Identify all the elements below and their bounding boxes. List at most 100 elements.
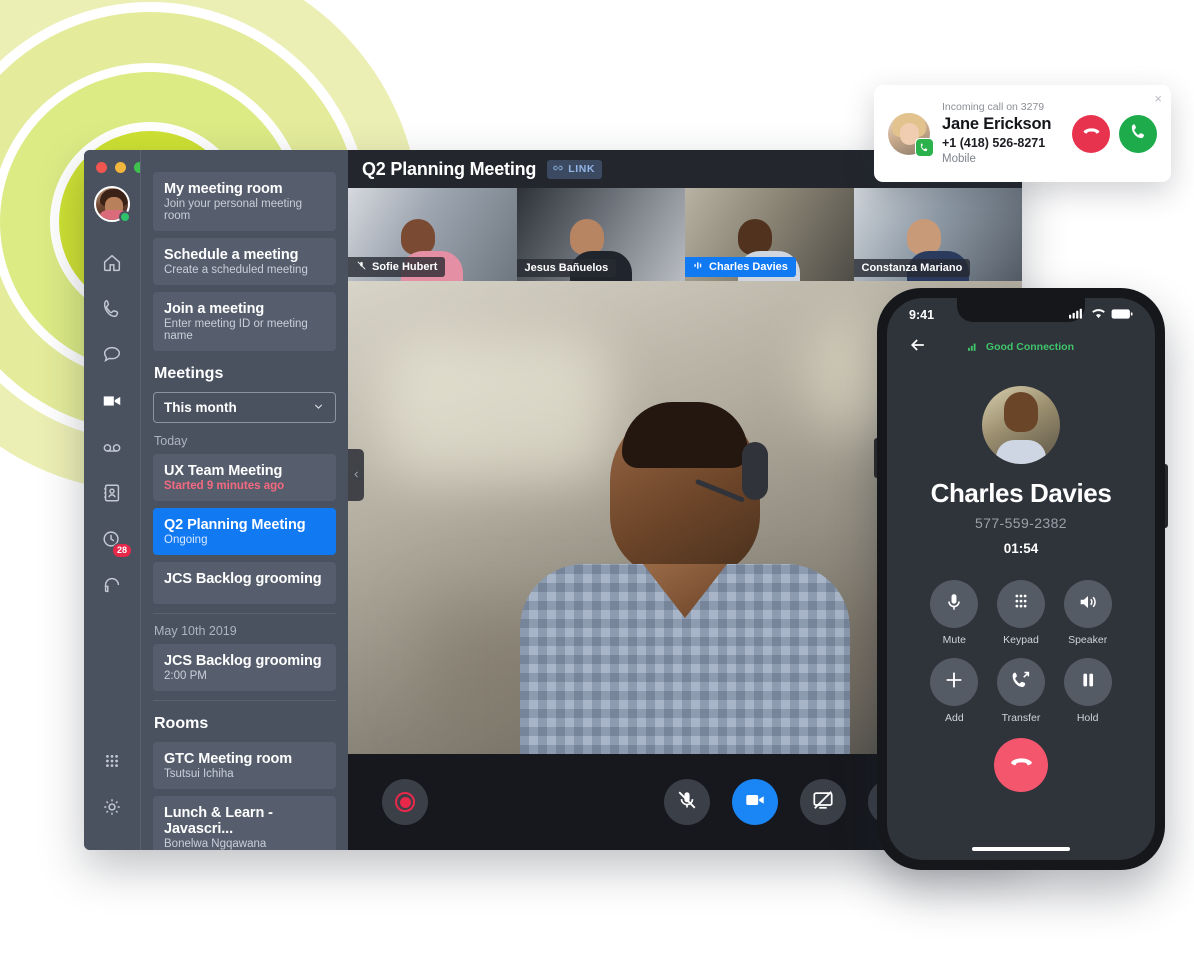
speaker-icon: [1077, 591, 1099, 618]
page-title: Q2 Planning Meeting: [362, 158, 537, 179]
quick-action-subtitle: Create a scheduled meeting: [164, 264, 308, 276]
accept-call-button[interactable]: [1119, 114, 1157, 153]
mobile-phone-mockup: 9:41 Good Connection Charles Davies 577-…: [874, 288, 1168, 870]
record-icon: [395, 792, 415, 812]
meeting-title: JCS Backlog grooming: [164, 653, 322, 669]
chevron-down-icon: [312, 400, 325, 416]
phone-top-bar: Good Connection: [887, 328, 1155, 360]
mic-muted-icon: [356, 260, 367, 274]
participant-thumbnail[interactable]: Sofie Hubert: [348, 188, 517, 281]
voicemail-icon: [101, 436, 123, 463]
video-toggle-button[interactable]: [732, 779, 778, 825]
rail-item-messages[interactable]: [88, 334, 136, 380]
speaker-button[interactable]: [1063, 580, 1112, 628]
phone-hangup-icon: [1082, 122, 1101, 146]
headset-icon: [101, 574, 123, 601]
quick-action-schedule-meeting[interactable]: Schedule a meeting Create a scheduled me…: [153, 238, 336, 285]
participant-name: Constanza Mariano: [861, 262, 963, 274]
call-control-speaker[interactable]: Speaker: [1054, 580, 1121, 646]
meeting-item-ux-team[interactable]: UX Team Meeting Started 9 minutes ago: [153, 454, 336, 501]
quick-action-subtitle: Join your personal meeting room: [164, 198, 303, 222]
meeting-subtitle: Started 9 minutes ago: [164, 480, 285, 492]
meeting-group-label: May 10th 2019: [154, 624, 237, 638]
call-control-transfer[interactable]: Transfer: [988, 658, 1055, 724]
collapse-sidebar-button[interactable]: [348, 449, 364, 501]
rail-item-support[interactable]: [88, 564, 136, 610]
call-control-keypad[interactable]: Keypad: [988, 580, 1055, 646]
rail-item-settings[interactable]: [88, 786, 136, 832]
room-item-lunch-learn[interactable]: Lunch & Learn - Javascri... Bonelwa Ngqa…: [153, 796, 336, 850]
rail-item-home[interactable]: [88, 242, 136, 288]
close-notification-button[interactable]: ×: [1154, 92, 1162, 105]
chat-icon: [101, 344, 123, 371]
decline-call-button[interactable]: [1072, 114, 1110, 153]
call-control-mute[interactable]: Mute: [921, 580, 988, 646]
microphone-icon: [943, 591, 965, 618]
record-button[interactable]: [382, 779, 428, 825]
rail-item-meetings[interactable]: [88, 380, 136, 426]
participant-thumbnail[interactable]: Jesus Bañuelos: [516, 188, 685, 281]
add-call-button[interactable]: [930, 658, 979, 706]
hold-button[interactable]: [1063, 658, 1112, 706]
call-action-buttons: [1072, 114, 1157, 153]
call-control-hold[interactable]: Hold: [1054, 658, 1121, 724]
room-subtitle: Tsutsui Ichiha: [164, 768, 234, 780]
transfer-button[interactable]: [996, 658, 1045, 706]
back-button[interactable]: [905, 334, 931, 360]
meeting-item-q2-planning[interactable]: Q2 Planning Meeting Ongoing: [153, 508, 336, 555]
close-window-button[interactable]: [96, 162, 107, 173]
share-screen-button[interactable]: [800, 779, 846, 825]
participant-thumbnail[interactable]: Charles Davies: [685, 188, 854, 281]
left-icon-rail: 28: [84, 150, 145, 850]
quick-action-title: Join a meeting: [164, 301, 265, 317]
mute-button[interactable]: [930, 580, 979, 628]
meeting-subtitle: Ongoing: [164, 534, 208, 546]
end-call-button[interactable]: [994, 738, 1048, 792]
signal-bars-icon: [1069, 306, 1086, 324]
participant-name: Charles Davies: [709, 261, 788, 273]
rail-item-voicemail[interactable]: [88, 426, 136, 472]
meeting-title: UX Team Meeting: [164, 463, 283, 479]
quick-action-my-meeting-room[interactable]: My meeting room Join your personal meeti…: [153, 172, 336, 231]
quick-action-join-meeting[interactable]: Join a meeting Enter meeting ID or meeti…: [153, 292, 336, 351]
call-transfer-icon: [1010, 669, 1032, 696]
audio-level-icon: [693, 260, 704, 274]
rail-item-calls[interactable]: [88, 288, 136, 334]
home-indicator: [972, 847, 1070, 851]
rail-item-apps[interactable]: [88, 740, 136, 786]
room-title: Lunch & Learn - Javascri...: [164, 805, 273, 837]
home-icon: [101, 252, 123, 279]
call-contact-number: 577-559-2382: [975, 515, 1067, 531]
participant-thumbnail[interactable]: Constanza Mariano: [853, 188, 1022, 281]
room-subtitle: Bonelwa Ngqawana: [164, 838, 267, 850]
active-speaker-figure: [520, 402, 850, 754]
room-title: GTC Meeting room: [164, 751, 293, 767]
sidebar-divider: [153, 613, 336, 614]
arrow-left-icon: [908, 335, 928, 360]
rooms-heading: Rooms: [154, 715, 209, 732]
participant-name-tag-active: Charles Davies: [685, 257, 796, 277]
signal-strength-icon: [968, 342, 979, 354]
quick-action-title: My meeting room: [164, 181, 283, 197]
copy-link-button[interactable]: LINK: [547, 159, 603, 179]
caller-number: +1 (418) 526-8271: [942, 135, 1046, 150]
call-control-add[interactable]: Add: [921, 658, 988, 724]
participant-name: Jesus Bañuelos: [524, 262, 609, 274]
control-label: Speaker: [1068, 634, 1108, 646]
window-traffic-lights[interactable]: [96, 162, 145, 173]
rail-item-history[interactable]: 28: [88, 518, 136, 564]
meeting-item-jcs-backlog[interactable]: JCS Backlog grooming: [153, 562, 336, 604]
phone-status-bar: 9:41: [887, 298, 1155, 328]
meeting-subtitle: 2:00 PM: [164, 670, 207, 682]
meeting-item-jcs-backlog-past[interactable]: JCS Backlog grooming 2:00 PM: [153, 644, 336, 691]
meetings-filter-select[interactable]: This month: [153, 392, 336, 423]
participant-name: Sofie Hubert: [372, 261, 438, 273]
rail-item-contacts[interactable]: [88, 472, 136, 518]
gear-icon: [101, 796, 123, 823]
keypad-button[interactable]: [996, 580, 1045, 628]
room-item-gtc[interactable]: GTC Meeting room Tsutsui Ichiha: [153, 742, 336, 789]
minimize-window-button[interactable]: [115, 162, 126, 173]
user-avatar[interactable]: [94, 186, 131, 223]
sidebar-panel: My meeting room Join your personal meeti…: [140, 150, 348, 850]
mute-button[interactable]: [664, 779, 710, 825]
